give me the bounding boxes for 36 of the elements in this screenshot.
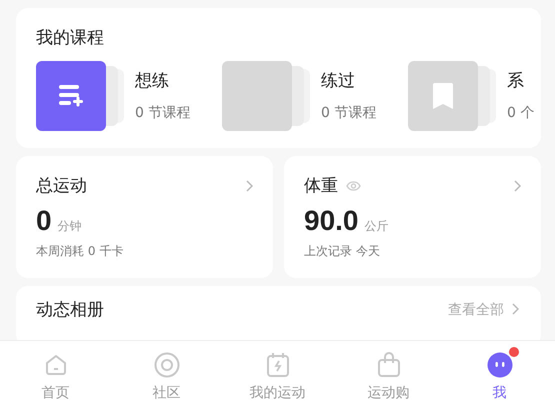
- shopping-bag-icon: [376, 352, 400, 378]
- section-title: 动态相册: [36, 299, 104, 321]
- avatar-icon: [486, 352, 512, 378]
- tab[interactable]: 运动购: [333, 341, 444, 405]
- stat-note: 上次记录 今天: [304, 243, 381, 260]
- course-count: 0 节课程: [321, 104, 376, 122]
- stat-note: 本周消耗 0 千卡: [36, 243, 124, 260]
- bookmark-icon: [433, 83, 453, 109]
- course-title[interactable]: 系: [507, 69, 534, 92]
- course-count: 0 个: [507, 104, 534, 122]
- stat-title: 总运动: [36, 175, 87, 197]
- course-count: 0 节课程: [135, 104, 190, 122]
- stat-value: 0: [36, 205, 52, 237]
- chevron-right-icon: [514, 180, 521, 192]
- tab[interactable]: 社区: [111, 341, 222, 405]
- stat-card[interactable]: 总运动 0 分钟 本周消耗 0 千卡: [16, 156, 273, 278]
- stat-card[interactable]: 体重 90.0 公斤 上次记录 今天: [284, 156, 541, 278]
- list-add-icon: [59, 85, 83, 107]
- stat-title: 体重: [304, 175, 338, 197]
- calendar-bolt-icon: [266, 352, 290, 378]
- stat-unit: 分钟: [58, 218, 82, 235]
- home-icon: [44, 352, 68, 376]
- section-title: 我的课程: [36, 27, 105, 49]
- view-all-link[interactable]: 查看全部: [448, 301, 504, 319]
- chevron-right-icon: [246, 180, 253, 192]
- course-title[interactable]: 想练: [135, 69, 190, 92]
- stat-unit: 公斤: [364, 218, 388, 235]
- course-title[interactable]: 练过: [321, 69, 376, 92]
- tab[interactable]: 我: [444, 341, 555, 405]
- chevron-right-icon: [512, 303, 519, 315]
- stat-value: 90.0: [304, 205, 358, 237]
- tab[interactable]: 我的运动: [222, 341, 333, 405]
- course-cover-stack-drawing[interactable]: [36, 61, 124, 131]
- tab[interactable]: 首页: [0, 341, 111, 405]
- eye-icon[interactable]: [346, 180, 361, 190]
- target-icon: [154, 352, 180, 378]
